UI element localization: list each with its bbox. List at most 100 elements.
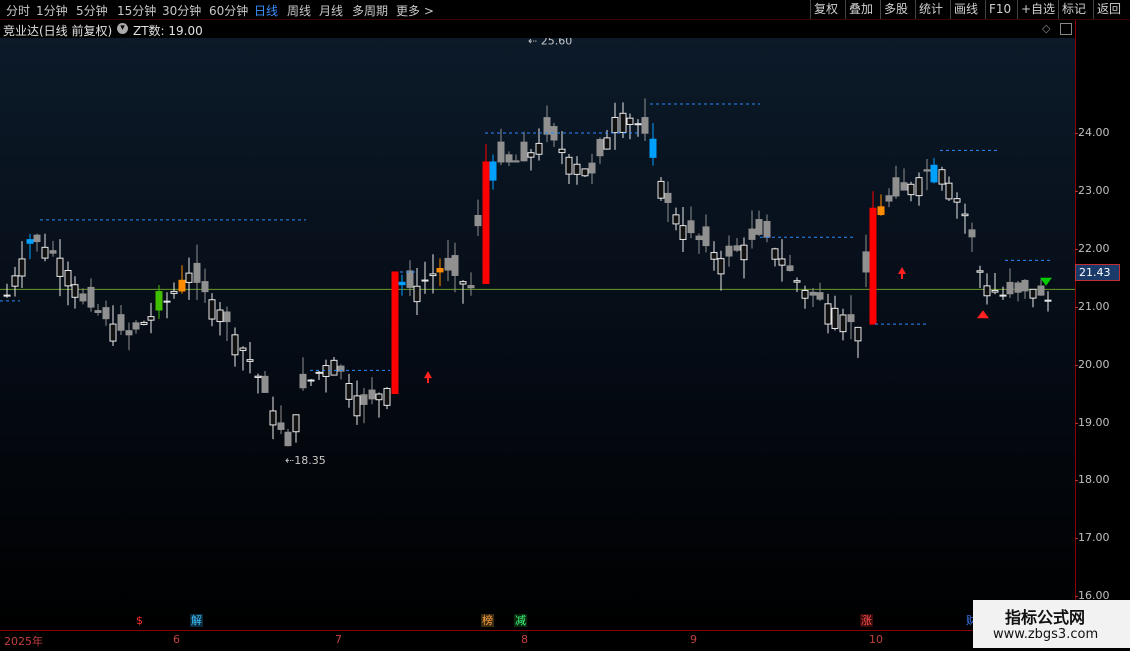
- candle-body: [33, 234, 41, 243]
- candle-body: [11, 275, 19, 287]
- candle-body: [87, 286, 95, 308]
- time-label-aug: 8: [521, 633, 528, 646]
- candle-body: [824, 303, 832, 325]
- candle-body: [147, 316, 155, 321]
- candle-body: [565, 156, 573, 175]
- event-marker-reduce[interactable]: 减: [514, 614, 527, 627]
- candle-body: [383, 387, 391, 406]
- mark-button[interactable]: 标记: [1058, 0, 1089, 19]
- event-marker-unlock[interactable]: 解: [190, 614, 203, 627]
- candle-body: [269, 410, 277, 426]
- candle-body: [983, 285, 991, 297]
- candle-body: [801, 289, 809, 299]
- timeframe-tab-weekly[interactable]: 周线: [287, 2, 311, 19]
- candle-body: [961, 213, 969, 217]
- candle-body: [672, 214, 680, 225]
- candle-body: [413, 285, 421, 303]
- up-arrow-icon: [898, 266, 906, 279]
- timeframe-tab-more[interactable]: 更多 >: [396, 2, 434, 19]
- candle-body: [900, 182, 908, 191]
- candle-body: [725, 245, 733, 257]
- candle-body: [467, 285, 475, 289]
- candle-body: [543, 117, 551, 135]
- candle-body: [208, 299, 216, 320]
- time-label-oct: 10: [869, 633, 883, 646]
- add-watchlist-button[interactable]: +自选: [1017, 0, 1058, 19]
- candle-body: [444, 257, 452, 271]
- time-label-jun: 6: [173, 633, 180, 646]
- event-marker-dollar[interactable]: $: [133, 614, 146, 627]
- candle-body: [915, 177, 923, 197]
- candle-body: [436, 267, 444, 273]
- candle-body: [938, 169, 946, 185]
- price-tick: [1075, 538, 1078, 540]
- kline-chart-area[interactable]: ⇠ 25.60 ⇠18.35: [0, 38, 1075, 630]
- adjust-price-button[interactable]: 复权: [810, 0, 841, 19]
- candle-body: [1037, 285, 1045, 296]
- candle-body: [1021, 279, 1029, 292]
- candle-body: [1014, 282, 1022, 293]
- chevron-down-icon[interactable]: ▾: [117, 23, 128, 34]
- up-arrow-icon: [424, 371, 432, 384]
- candle-body: [527, 152, 535, 158]
- timeframe-tab-monthly[interactable]: 月线: [319, 2, 343, 19]
- overlay-button[interactable]: 叠加: [845, 0, 876, 19]
- candle-body: [163, 300, 171, 303]
- timeframe-tab-5min[interactable]: 5分钟: [76, 2, 108, 19]
- candle-body: [953, 198, 961, 203]
- price-label: 24.00: [1078, 126, 1110, 139]
- candle-body: [991, 289, 999, 293]
- price-label: 18.00: [1078, 473, 1110, 487]
- price-label: 21.00: [1078, 299, 1110, 313]
- candle-body: [1006, 281, 1014, 295]
- time-label-jul: 7: [335, 633, 342, 646]
- statistics-button[interactable]: 统计: [915, 0, 946, 19]
- candle-body: [391, 271, 399, 395]
- candle-body: [109, 323, 117, 342]
- candle-body: [375, 393, 383, 401]
- candle-body: [94, 310, 102, 313]
- candle-body: [3, 294, 11, 297]
- maximize-icon[interactable]: [1060, 23, 1072, 35]
- timeframe-tab-1min[interactable]: 1分钟: [36, 2, 68, 19]
- candle-body: [193, 262, 201, 283]
- f10-button[interactable]: F10: [985, 0, 1014, 19]
- multi-stock-button[interactable]: 多股: [880, 0, 911, 19]
- candle-body: [877, 206, 885, 216]
- candle-body: [695, 235, 703, 241]
- candle-body: [345, 383, 353, 400]
- timeframe-tab-30min[interactable]: 30分钟: [162, 2, 201, 19]
- candle-body: [64, 270, 72, 287]
- candle-body: [497, 141, 505, 163]
- candle-body: [132, 322, 140, 330]
- price-tick: [1075, 480, 1078, 482]
- candle-body: [999, 294, 1007, 297]
- more-label: 更多: [396, 4, 421, 18]
- price-label: 20.00: [1078, 357, 1110, 371]
- candle-body: [885, 195, 893, 202]
- candle-body: [839, 314, 847, 333]
- candle-body: [619, 112, 627, 133]
- timeframe-tab-multi-period[interactable]: 多周期: [352, 2, 388, 19]
- event-marker-list[interactable]: 榜: [481, 614, 494, 627]
- back-button[interactable]: 返回: [1093, 0, 1124, 19]
- timeframe-tab-15min[interactable]: 15分钟: [117, 2, 156, 19]
- candle-body: [831, 307, 839, 329]
- candle-body: [299, 373, 307, 389]
- timeframe-tab-intraday[interactable]: 分时: [6, 2, 30, 19]
- candle-body: [307, 379, 315, 382]
- draw-line-button[interactable]: 画线: [950, 0, 981, 19]
- candle-body: [315, 371, 323, 374]
- candle-body: [155, 291, 163, 311]
- candle-body: [459, 281, 467, 285]
- candle-body: [429, 273, 437, 277]
- diamond-icon[interactable]: ◇: [1042, 22, 1050, 35]
- candle-body: [755, 219, 763, 235]
- current-price-tag: 21.43: [1075, 264, 1120, 281]
- timeframe-tab-daily[interactable]: 日线: [254, 2, 278, 19]
- candle-body: [26, 239, 34, 244]
- candle-body: [717, 258, 725, 275]
- timeframe-tab-60min[interactable]: 60分钟: [209, 2, 248, 19]
- event-marker-rise[interactable]: 涨: [860, 614, 873, 627]
- price-tick: [1075, 306, 1078, 308]
